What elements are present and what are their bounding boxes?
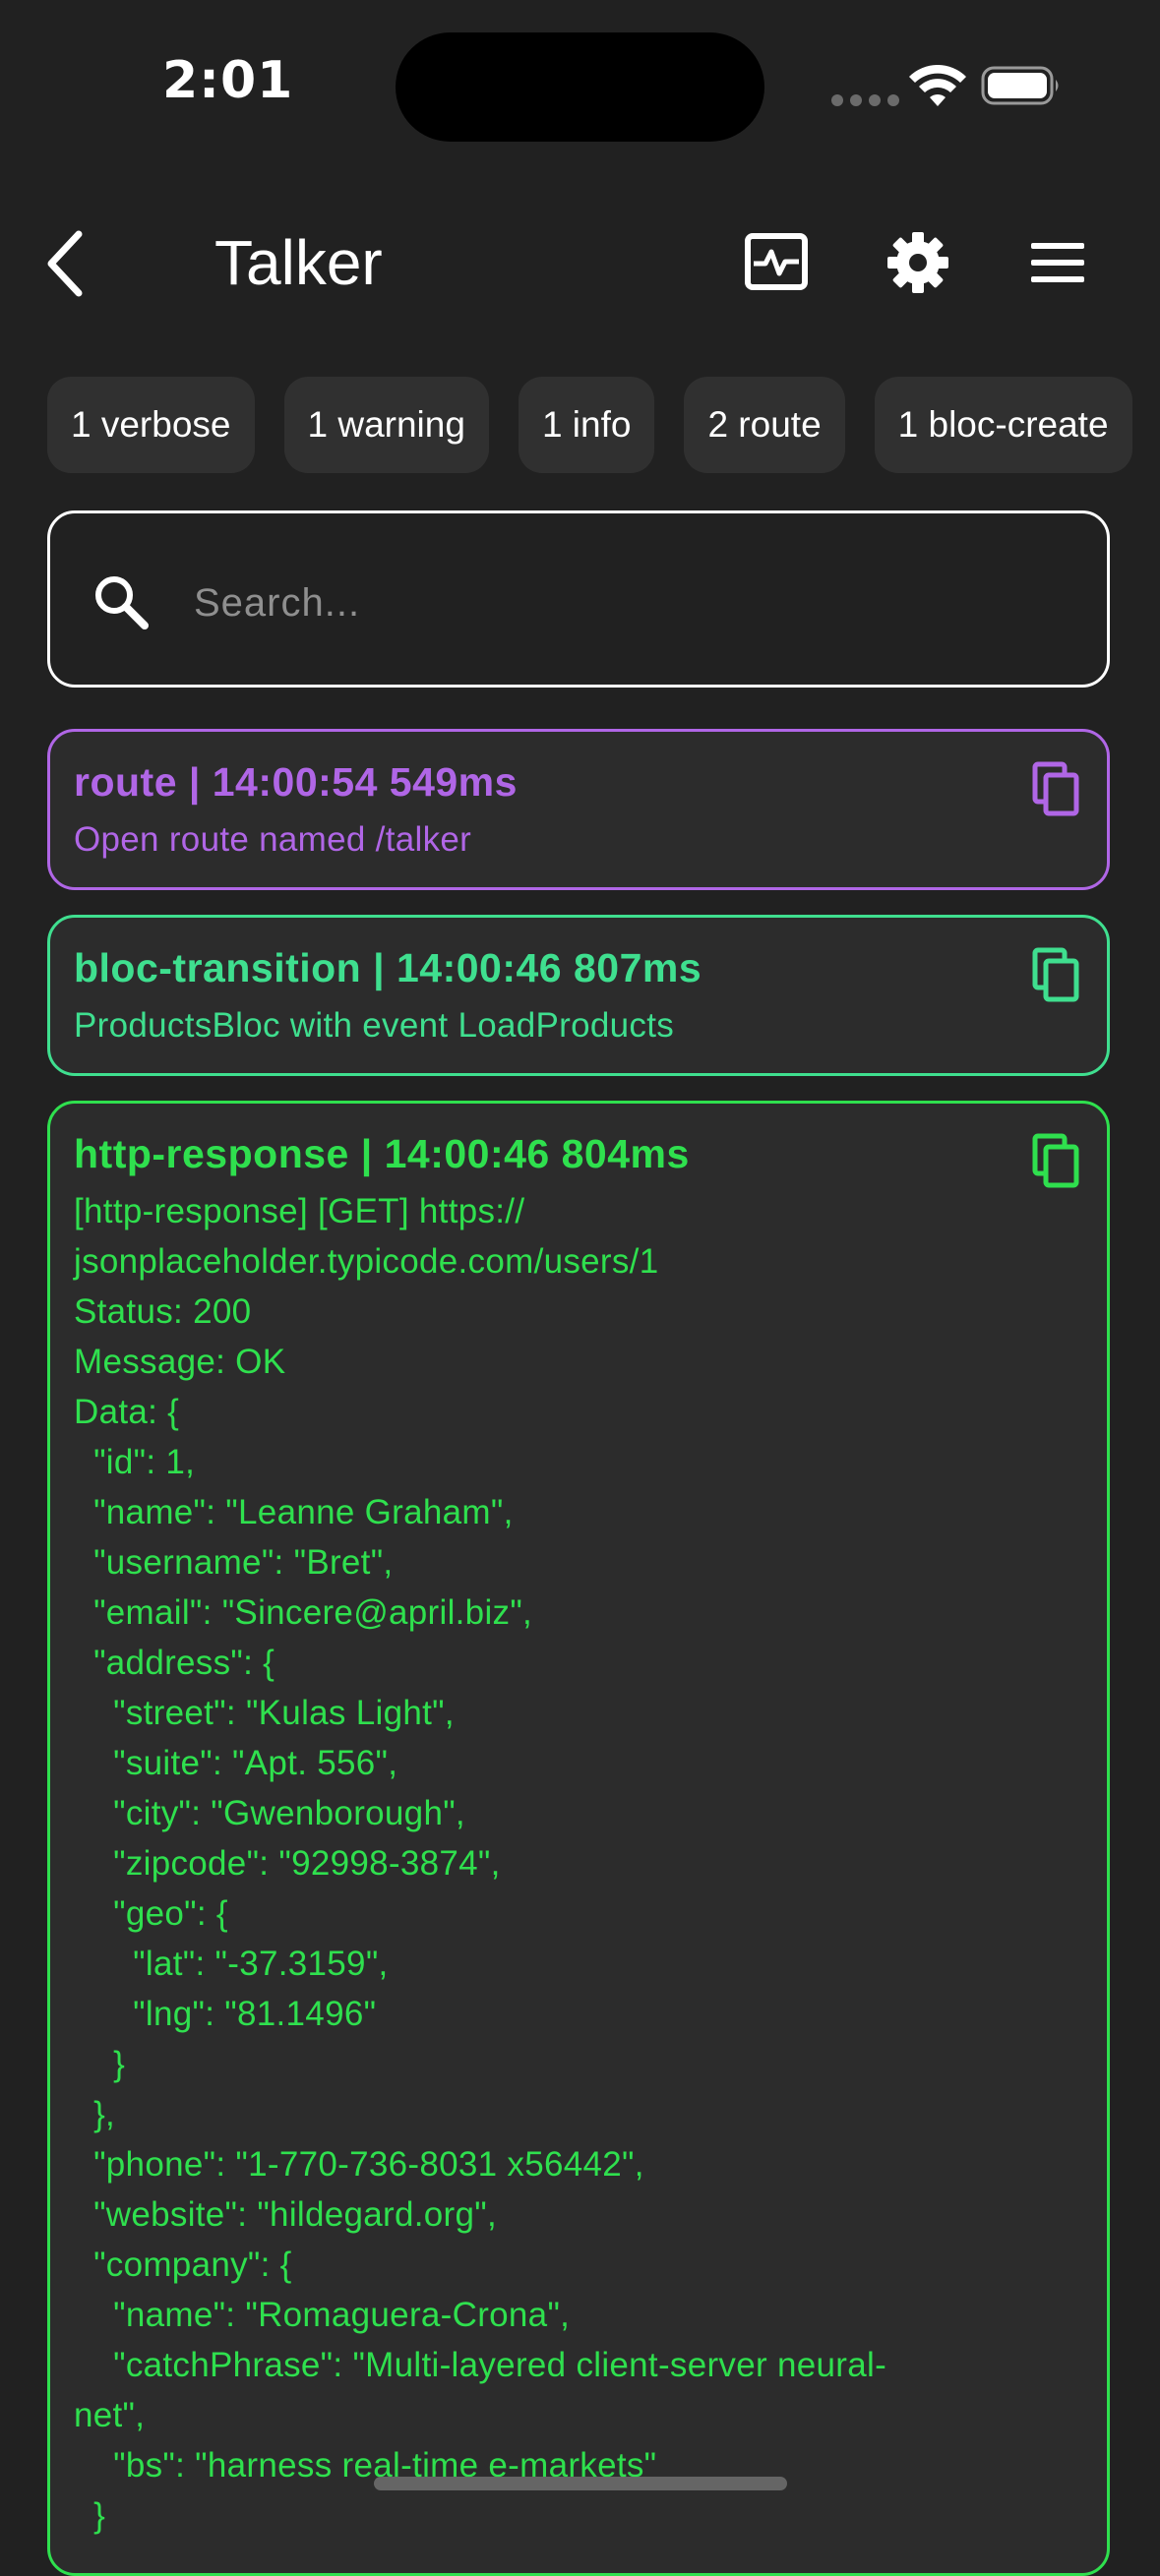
filter-chip-route[interactable]: 2 route — [684, 377, 845, 473]
status-time: 2:01 — [162, 51, 294, 110]
filter-chip-bloc-create[interactable]: 1 bloc-create — [874, 377, 1132, 473]
log-title: bloc-transition | 14:00:46 807ms — [74, 945, 702, 990]
filter-chip-info[interactable]: 1 info — [518, 377, 655, 473]
log-message: Open route named /talker — [74, 820, 472, 859]
search-input[interactable] — [192, 553, 1062, 653]
page-title: Talker — [214, 227, 383, 298]
log-card-bloc-transition: bloc-transition | 14:00:46 807ms Product… — [47, 915, 1110, 1076]
copy-icon[interactable] — [1032, 1133, 1079, 1188]
home-indicator[interactable] — [374, 2477, 787, 2490]
search-icon — [95, 576, 149, 629]
cellular-signal-icon — [831, 94, 899, 106]
menu-icon[interactable] — [1029, 238, 1086, 287]
filter-chip-warning[interactable]: 1 warning — [283, 377, 489, 473]
battery-icon — [981, 66, 1059, 105]
filter-chips: 1 verbose 1 warning 1 info 2 route 1 blo… — [47, 377, 1132, 473]
copy-icon[interactable] — [1032, 761, 1079, 816]
app-bar: Talker — [0, 197, 1160, 329]
gear-icon[interactable] — [885, 230, 950, 295]
log-card-http-response: http-response | 14:00:46 804ms [http-res… — [47, 1101, 1110, 2576]
copy-icon[interactable] — [1032, 947, 1079, 1002]
filter-chip-verbose[interactable]: 1 verbose — [47, 377, 255, 473]
log-card-route: route | 14:00:54 549ms Open route named … — [47, 729, 1110, 890]
back-arrow-icon[interactable] — [39, 226, 98, 301]
dynamic-island — [396, 32, 764, 142]
log-message: ProductsBloc with event LoadProducts — [74, 1006, 675, 1045]
log-title: http-response | 14:00:46 804ms — [74, 1131, 690, 1176]
wifi-icon — [909, 65, 966, 106]
monitor-icon[interactable] — [744, 232, 809, 291]
log-message: [http-response] [GET] https:// jsonplace… — [74, 1192, 887, 2535]
log-title: route | 14:00:54 549ms — [74, 759, 518, 805]
search-box — [47, 510, 1110, 688]
status-bar: 2:01 — [0, 0, 1160, 177]
